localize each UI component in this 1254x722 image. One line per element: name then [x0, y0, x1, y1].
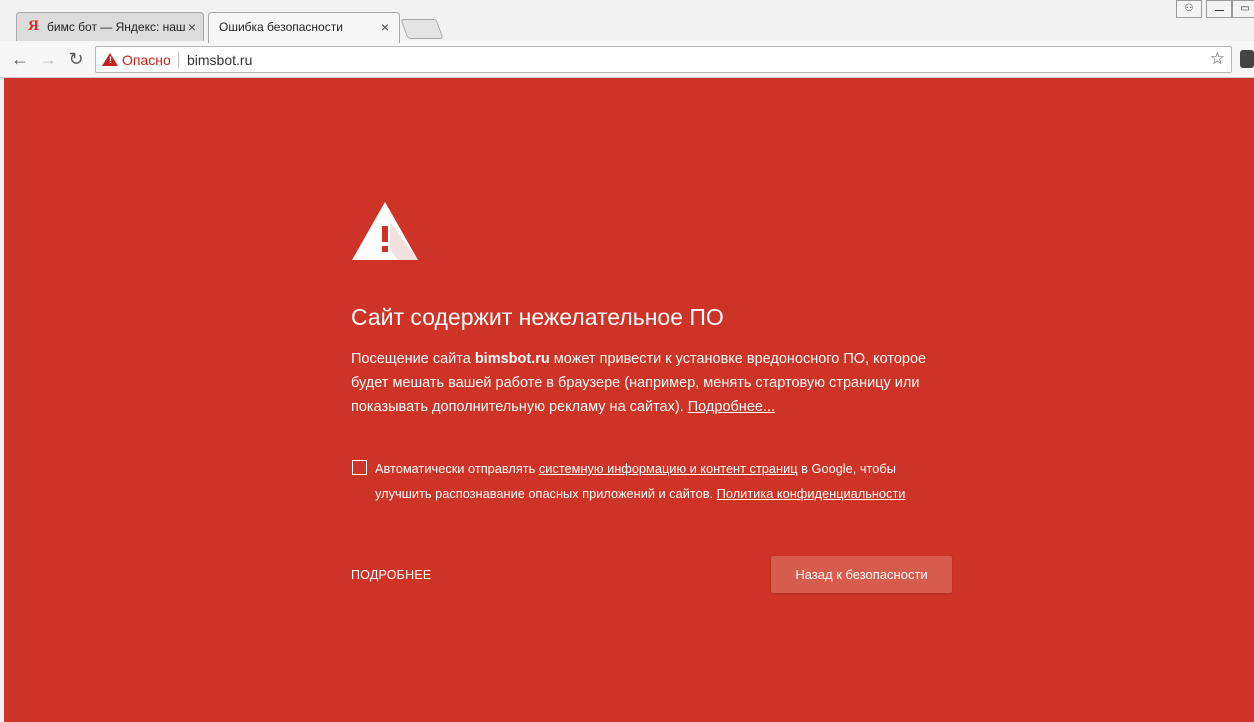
body-prefix: Посещение сайта — [351, 351, 475, 367]
tab-strip: Я бимс бот — Яндекс: нашё × Ошибка безоп… — [0, 0, 1254, 43]
user-profile-icon[interactable]: ⚇ — [1176, 0, 1202, 18]
security-interstitial-page: Сайт содержит нежелательное ПО Посещение… — [4, 78, 1254, 722]
url-text[interactable]: bimsbot.ru — [187, 52, 252, 68]
site-domain: bimsbot.ru — [474, 351, 550, 367]
address-bar[interactable]: ! Опасно bimsbot.ru ☆ — [95, 46, 1232, 73]
tab-close-icon[interactable]: × — [185, 19, 199, 35]
checkbox-prefix: Автоматически отправлять — [375, 461, 539, 476]
reload-icon[interactable]: ↻ — [66, 49, 86, 69]
tab-close-icon[interactable]: × — [378, 19, 392, 35]
back-arrow-icon[interactable]: ← — [10, 49, 30, 69]
warning-description: Посещение сайта bimsbot.ru может привест… — [351, 347, 961, 419]
send-report-checkbox[interactable] — [352, 460, 367, 475]
warning-triangle-icon — [352, 202, 418, 260]
new-tab-button[interactable] — [400, 19, 444, 39]
minimize-glyph — [1214, 10, 1224, 11]
extension-icon[interactable] — [1240, 50, 1254, 68]
tab-yandex-search[interactable]: Я бимс бот — Яндекс: нашё × — [16, 12, 204, 43]
system-info-link[interactable]: системную информацию и контент страниц — [539, 461, 798, 476]
security-status-label[interactable]: Опасно — [122, 52, 171, 68]
send-report-label: Автоматически отправлять системную инфор… — [375, 457, 955, 506]
omnibox-separator — [178, 52, 179, 68]
tab-title: бимс бот — Яндекс: нашё — [47, 20, 185, 34]
learn-more-link[interactable]: Подробнее... — [688, 399, 775, 415]
tab-title: Ошибка безопасности — [219, 20, 343, 34]
yandex-favicon-icon: Я — [28, 18, 39, 34]
details-button[interactable]: ПОДРОБНЕЕ — [351, 568, 431, 582]
minimize-window-icon[interactable] — [1206, 0, 1232, 18]
browser-toolbar: ← → ↻ ! Опасно bimsbot.ru ☆ — [0, 41, 1254, 78]
page-heading: Сайт содержит нежелательное ПО — [351, 304, 724, 330]
privacy-policy-link[interactable]: Политика конфиденциальности — [717, 486, 906, 501]
bookmark-star-icon[interactable]: ☆ — [1210, 49, 1225, 69]
warning-exclamation-icon: ! — [109, 55, 112, 65]
tab-security-error[interactable]: Ошибка безопасности × — [208, 12, 400, 43]
forward-arrow-icon[interactable]: → — [38, 49, 58, 69]
restore-window-icon[interactable]: ▭ — [1232, 0, 1254, 18]
back-to-safety-button[interactable]: Назад к безопасности — [771, 556, 952, 593]
